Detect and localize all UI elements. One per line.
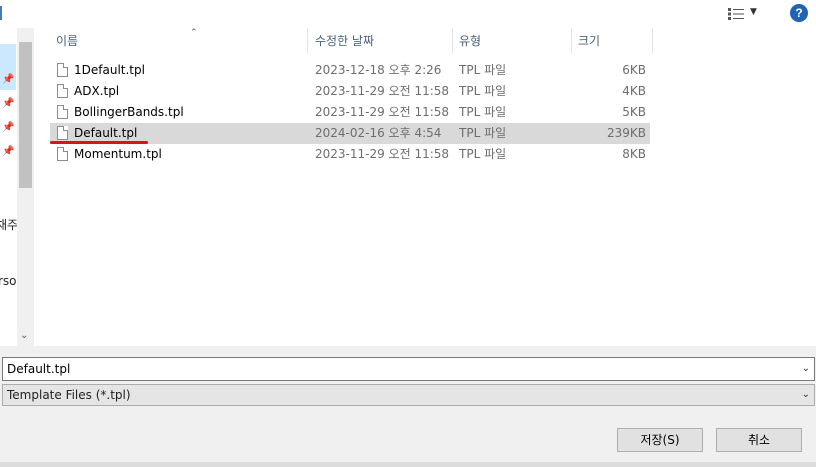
pin-icon: 📌: [2, 122, 15, 133]
file-icon: [57, 105, 68, 119]
file-date: 2023-11-29 오전 11:58: [315, 147, 450, 161]
file-size: 239KB: [606, 126, 646, 140]
file-row[interactable]: 1Default.tpl 2023-12-18 오후 2:26 TPL 파일 6…: [50, 60, 650, 81]
column-header-type[interactable]: 유형: [453, 28, 572, 54]
file-size: 5KB: [622, 105, 646, 119]
file-row[interactable]: BollingerBands.tpl 2023-11-29 오전 11:58 T…: [50, 102, 650, 123]
annotation-underline: [50, 141, 148, 144]
file-name: ADX.tpl: [74, 84, 120, 98]
file-icon: [57, 84, 68, 98]
file-name: BollingerBands.tpl: [74, 105, 184, 119]
file-type: TPL 파일: [459, 63, 507, 77]
file-size: 4KB: [622, 84, 646, 98]
file-row[interactable]: ADX.tpl 2023-11-29 오전 11:58 TPL 파일 4KB: [50, 81, 650, 102]
nav-scrollbar[interactable]: ⌄: [17, 28, 34, 346]
file-list: ⌃ 이름 수정한 날짜 유형 크기 1Default.tpl 2023-12-1…: [34, 28, 816, 346]
filetype-select[interactable]: Template Files (*.tpl) ⌄: [2, 384, 815, 406]
file-size: 6KB: [622, 63, 646, 77]
file-type: TPL 파일: [459, 147, 507, 161]
help-icon[interactable]: ?: [790, 4, 808, 22]
file-date: 2024-02-16 오후 4:54: [315, 126, 442, 140]
file-type: TPL 파일: [459, 105, 507, 119]
file-date: 2023-11-29 오전 11:58: [315, 84, 450, 98]
scroll-down-icon[interactable]: ⌄: [20, 330, 28, 341]
file-row[interactable]: Momentum.tpl 2023-11-29 오전 11:58 TPL 파일 …: [50, 144, 650, 165]
sort-ascending-icon: ⌃: [190, 28, 198, 38]
file-icon: [57, 147, 68, 161]
pin-icon: 📌: [2, 146, 15, 157]
nav-scrollbar-thumb[interactable]: [19, 42, 32, 188]
file-name: Momentum.tpl: [74, 147, 162, 161]
view-dropdown-icon[interactable]: ▼: [750, 7, 757, 17]
toolbar: ▼ ?: [0, 0, 816, 28]
column-header-date[interactable]: 수정한 날짜: [309, 28, 453, 54]
file-date: 2023-12-18 오후 2:26: [315, 63, 442, 77]
filename-input[interactable]: Default.tpl ⌄: [2, 357, 815, 381]
address-bar-fragment: [0, 6, 8, 20]
cancel-button[interactable]: 취소: [716, 428, 802, 452]
navigation-pane: 📌 📌 📌 📌 채주 rsoı ⌄: [0, 28, 34, 346]
file-size: 8KB: [622, 147, 646, 161]
chevron-down-icon[interactable]: ⌄: [802, 358, 810, 380]
file-icon: [57, 126, 68, 140]
chevron-down-icon[interactable]: ⌄: [802, 385, 810, 405]
file-date: 2023-11-29 오전 11:58: [315, 105, 450, 119]
view-options-icon[interactable]: [728, 8, 744, 20]
window-bottom-edge: [0, 462, 816, 467]
file-type: TPL 파일: [459, 126, 507, 140]
pin-icon: 📌: [2, 74, 15, 85]
file-name: 1Default.tpl: [74, 63, 145, 77]
file-icon: [57, 63, 68, 77]
nav-item[interactable]: 채주: [0, 216, 18, 233]
file-type: TPL 파일: [459, 84, 507, 98]
pin-icon: 📌: [2, 98, 15, 109]
save-button[interactable]: 저장(S): [617, 428, 703, 452]
column-header-size[interactable]: 크기: [572, 28, 653, 54]
column-header-name[interactable]: ⌃ 이름: [50, 28, 308, 54]
